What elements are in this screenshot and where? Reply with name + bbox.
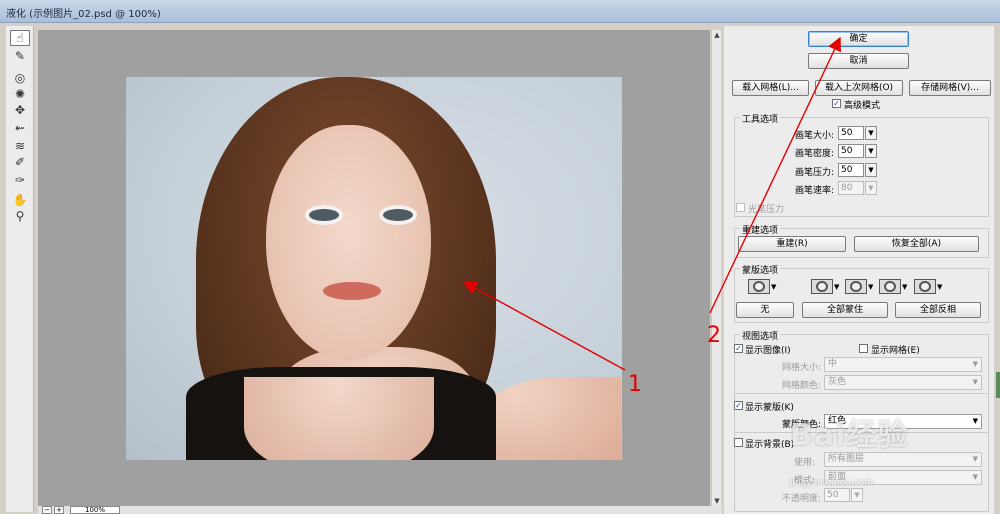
opacity-input: 50 [824,488,850,502]
show-mask-checkbox[interactable]: ✓ [734,401,743,410]
divider [734,393,989,394]
cancel-button[interactable]: 取消 [808,53,909,69]
right-eye [383,209,413,221]
mesh-color-label: 网格颜色: [782,381,822,391]
brush-rate-dropdown: ▼ [865,181,877,195]
hand-icon[interactable]: ✋ [10,192,30,208]
window-title: 液化 (示例图片_02.psd @ 100%) [6,9,161,20]
add-to-selection-icon[interactable]: ▼ [811,279,841,294]
lips [323,282,381,300]
brush-pressure-dropdown[interactable]: ▼ [865,163,877,177]
brush-size-label: 画笔大小: [795,131,835,141]
scroll-down-icon[interactable]: ▼ [712,496,722,506]
mask-none-button[interactable]: 无 [736,302,794,318]
show-backdrop-label: 显示背景(B) [745,440,795,450]
mask-options-title: 蒙版选项 [740,263,781,276]
face [266,125,431,360]
ok-button[interactable]: 确定 [808,31,909,47]
restore-all-button[interactable]: 恢复全部(A) [854,236,979,252]
load-last-mesh-button[interactable]: 载入上次网格(O) [815,80,903,96]
load-mesh-button[interactable]: 载入网格(L)... [732,80,809,96]
use-label: 使用: [794,458,816,468]
zoom-in-button[interactable]: + [54,506,64,514]
replace-selection-icon[interactable]: ▼ [748,279,778,294]
push-left-icon[interactable]: ⇜ [10,120,30,136]
show-backdrop-checkbox[interactable] [734,438,743,447]
chest [244,377,434,460]
view-options-title: 视图选项 [740,329,781,342]
brush-pressure-label: 画笔压力: [795,168,835,178]
scroll-up-icon[interactable]: ▲ [712,30,722,40]
invert-all-button[interactable]: 全部反相 [895,302,981,318]
save-mesh-button[interactable]: 存储网格(V)... [909,80,991,96]
opacity-dropdown: ▼ [851,488,863,502]
bloat-icon[interactable]: ✥ [10,102,30,118]
liquify-toolbar: ☝ ✎ ◎ ✺ ✥ ⇜ ≋ ✐ ✑ ✋ ⚲ [6,26,34,512]
title-bar: 液化 (示例图片_02.psd @ 100%) [0,0,1000,23]
brush-rate-label: 画笔速率: [795,186,835,196]
zoom-icon[interactable]: ⚲ [10,208,30,224]
portrait-image[interactable] [126,77,622,460]
reconstruct-options-title: 重建选项 [740,223,781,236]
forward-warp-icon[interactable]: ☝ [10,30,30,46]
stylus-pressure-label: 光笔压力 [748,205,785,215]
freeze-mask-icon[interactable]: ✐ [10,154,30,170]
brush-size-input[interactable]: 50 [838,126,864,140]
advanced-mode-label: 高级模式 [844,101,881,111]
brush-density-label: 画笔密度: [795,149,835,159]
preview-canvas[interactable] [38,30,710,506]
brush-density-dropdown[interactable]: ▼ [865,144,877,158]
mask-all-button[interactable]: 全部蒙住 [802,302,888,318]
annotation-label-1: 1 [628,372,642,397]
brush-pressure-input[interactable]: 50 [838,163,864,177]
mesh-size-label: 网格大小: [782,363,822,373]
show-image-checkbox[interactable]: ✓ [734,344,743,353]
invert-selection-icon[interactable]: ▼ [914,279,944,294]
show-mask-label: 显示蒙版(K) [745,403,794,413]
zoom-out-button[interactable]: − [42,506,52,514]
tool-options-title: 工具选项 [740,112,781,125]
zoom-level[interactable]: 100% [70,506,120,514]
use-select: 所有图层 ▼ [824,452,982,467]
mesh-size-select: 中 ▼ [824,357,982,372]
reconstruct-icon[interactable]: ✎ [10,48,30,64]
show-mesh-checkbox[interactable] [859,344,868,353]
reconstruct-button[interactable]: 重建(R) [738,236,846,252]
opacity-label: 不透明度: [782,494,822,504]
baidu-watermark: Bai经验 [790,418,909,453]
pucker-icon[interactable]: ✺ [10,86,30,102]
show-mesh-label: 显示网格(E) [871,346,920,356]
left-eye [309,209,339,221]
brush-size-dropdown[interactable]: ▼ [865,126,877,140]
subtract-from-selection-icon[interactable]: ▼ [845,279,875,294]
stylus-pressure-checkbox [736,203,745,212]
baidu-watermark-url: jingyan.baidu.com [790,478,874,488]
brush-density-input[interactable]: 50 [838,144,864,158]
brush-rate-input: 80 [838,181,864,195]
annotation-label-2: 2 [707,323,721,348]
intersect-selection-icon[interactable]: ▼ [879,279,909,294]
twirl-icon[interactable]: ◎ [10,70,30,86]
show-image-label: 显示图像(I) [745,346,791,356]
thaw-mask-icon[interactable]: ✑ [10,172,30,188]
vertical-scrollbar[interactable]: ▲ ▼ [711,30,721,506]
turbulence-icon[interactable]: ≋ [10,138,30,154]
panel-edge-marker [996,372,1000,398]
mesh-color-select: 灰色 ▼ [824,375,982,390]
advanced-mode-checkbox[interactable]: ✓ [832,99,841,108]
zoom-bar: − + 100% [38,506,722,514]
